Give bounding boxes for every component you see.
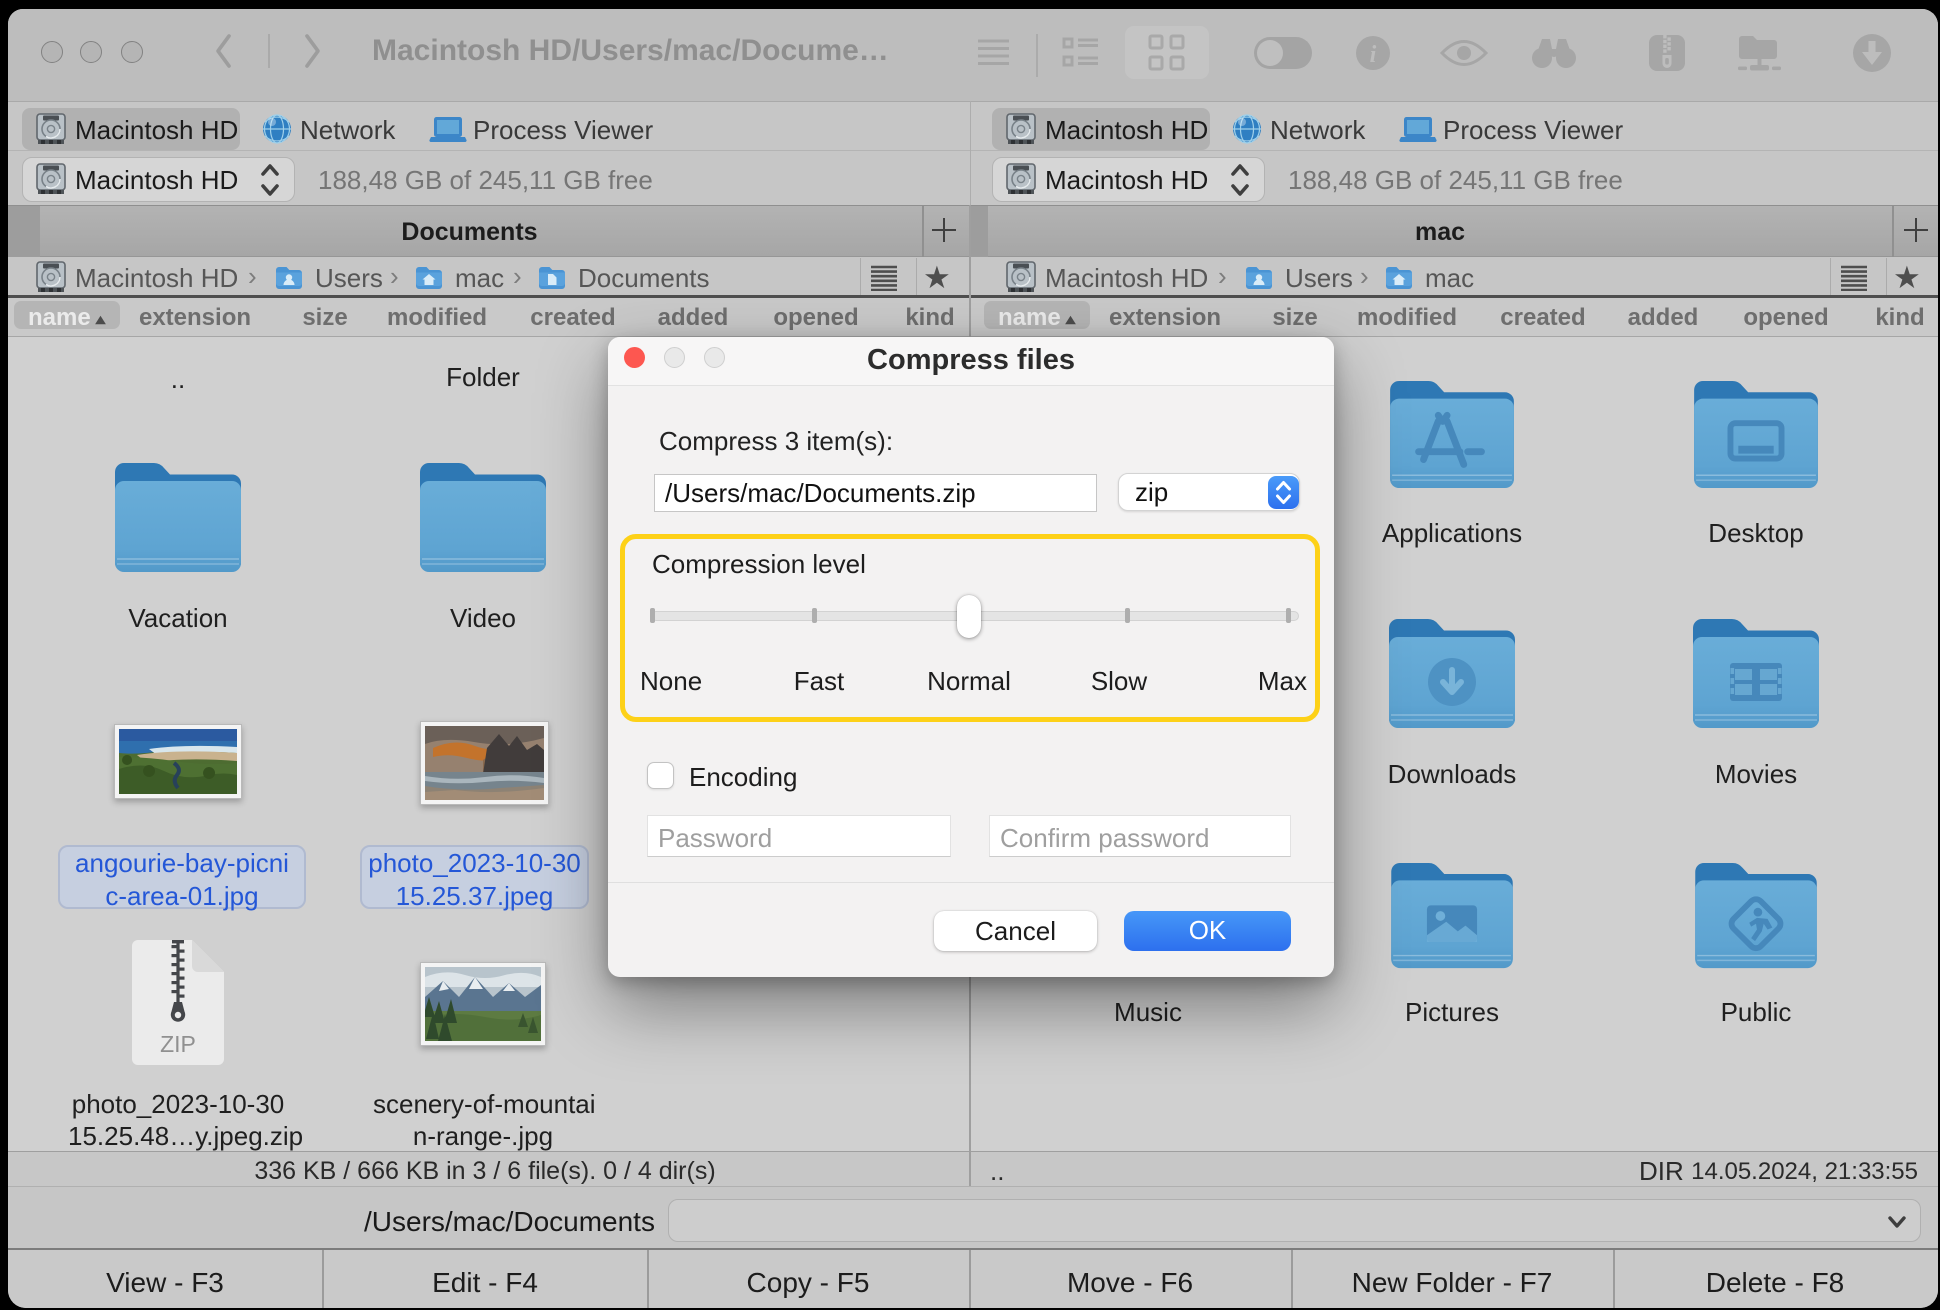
svg-text:i: i xyxy=(1370,42,1377,68)
svg-text:ZIP: ZIP xyxy=(160,1031,196,1057)
